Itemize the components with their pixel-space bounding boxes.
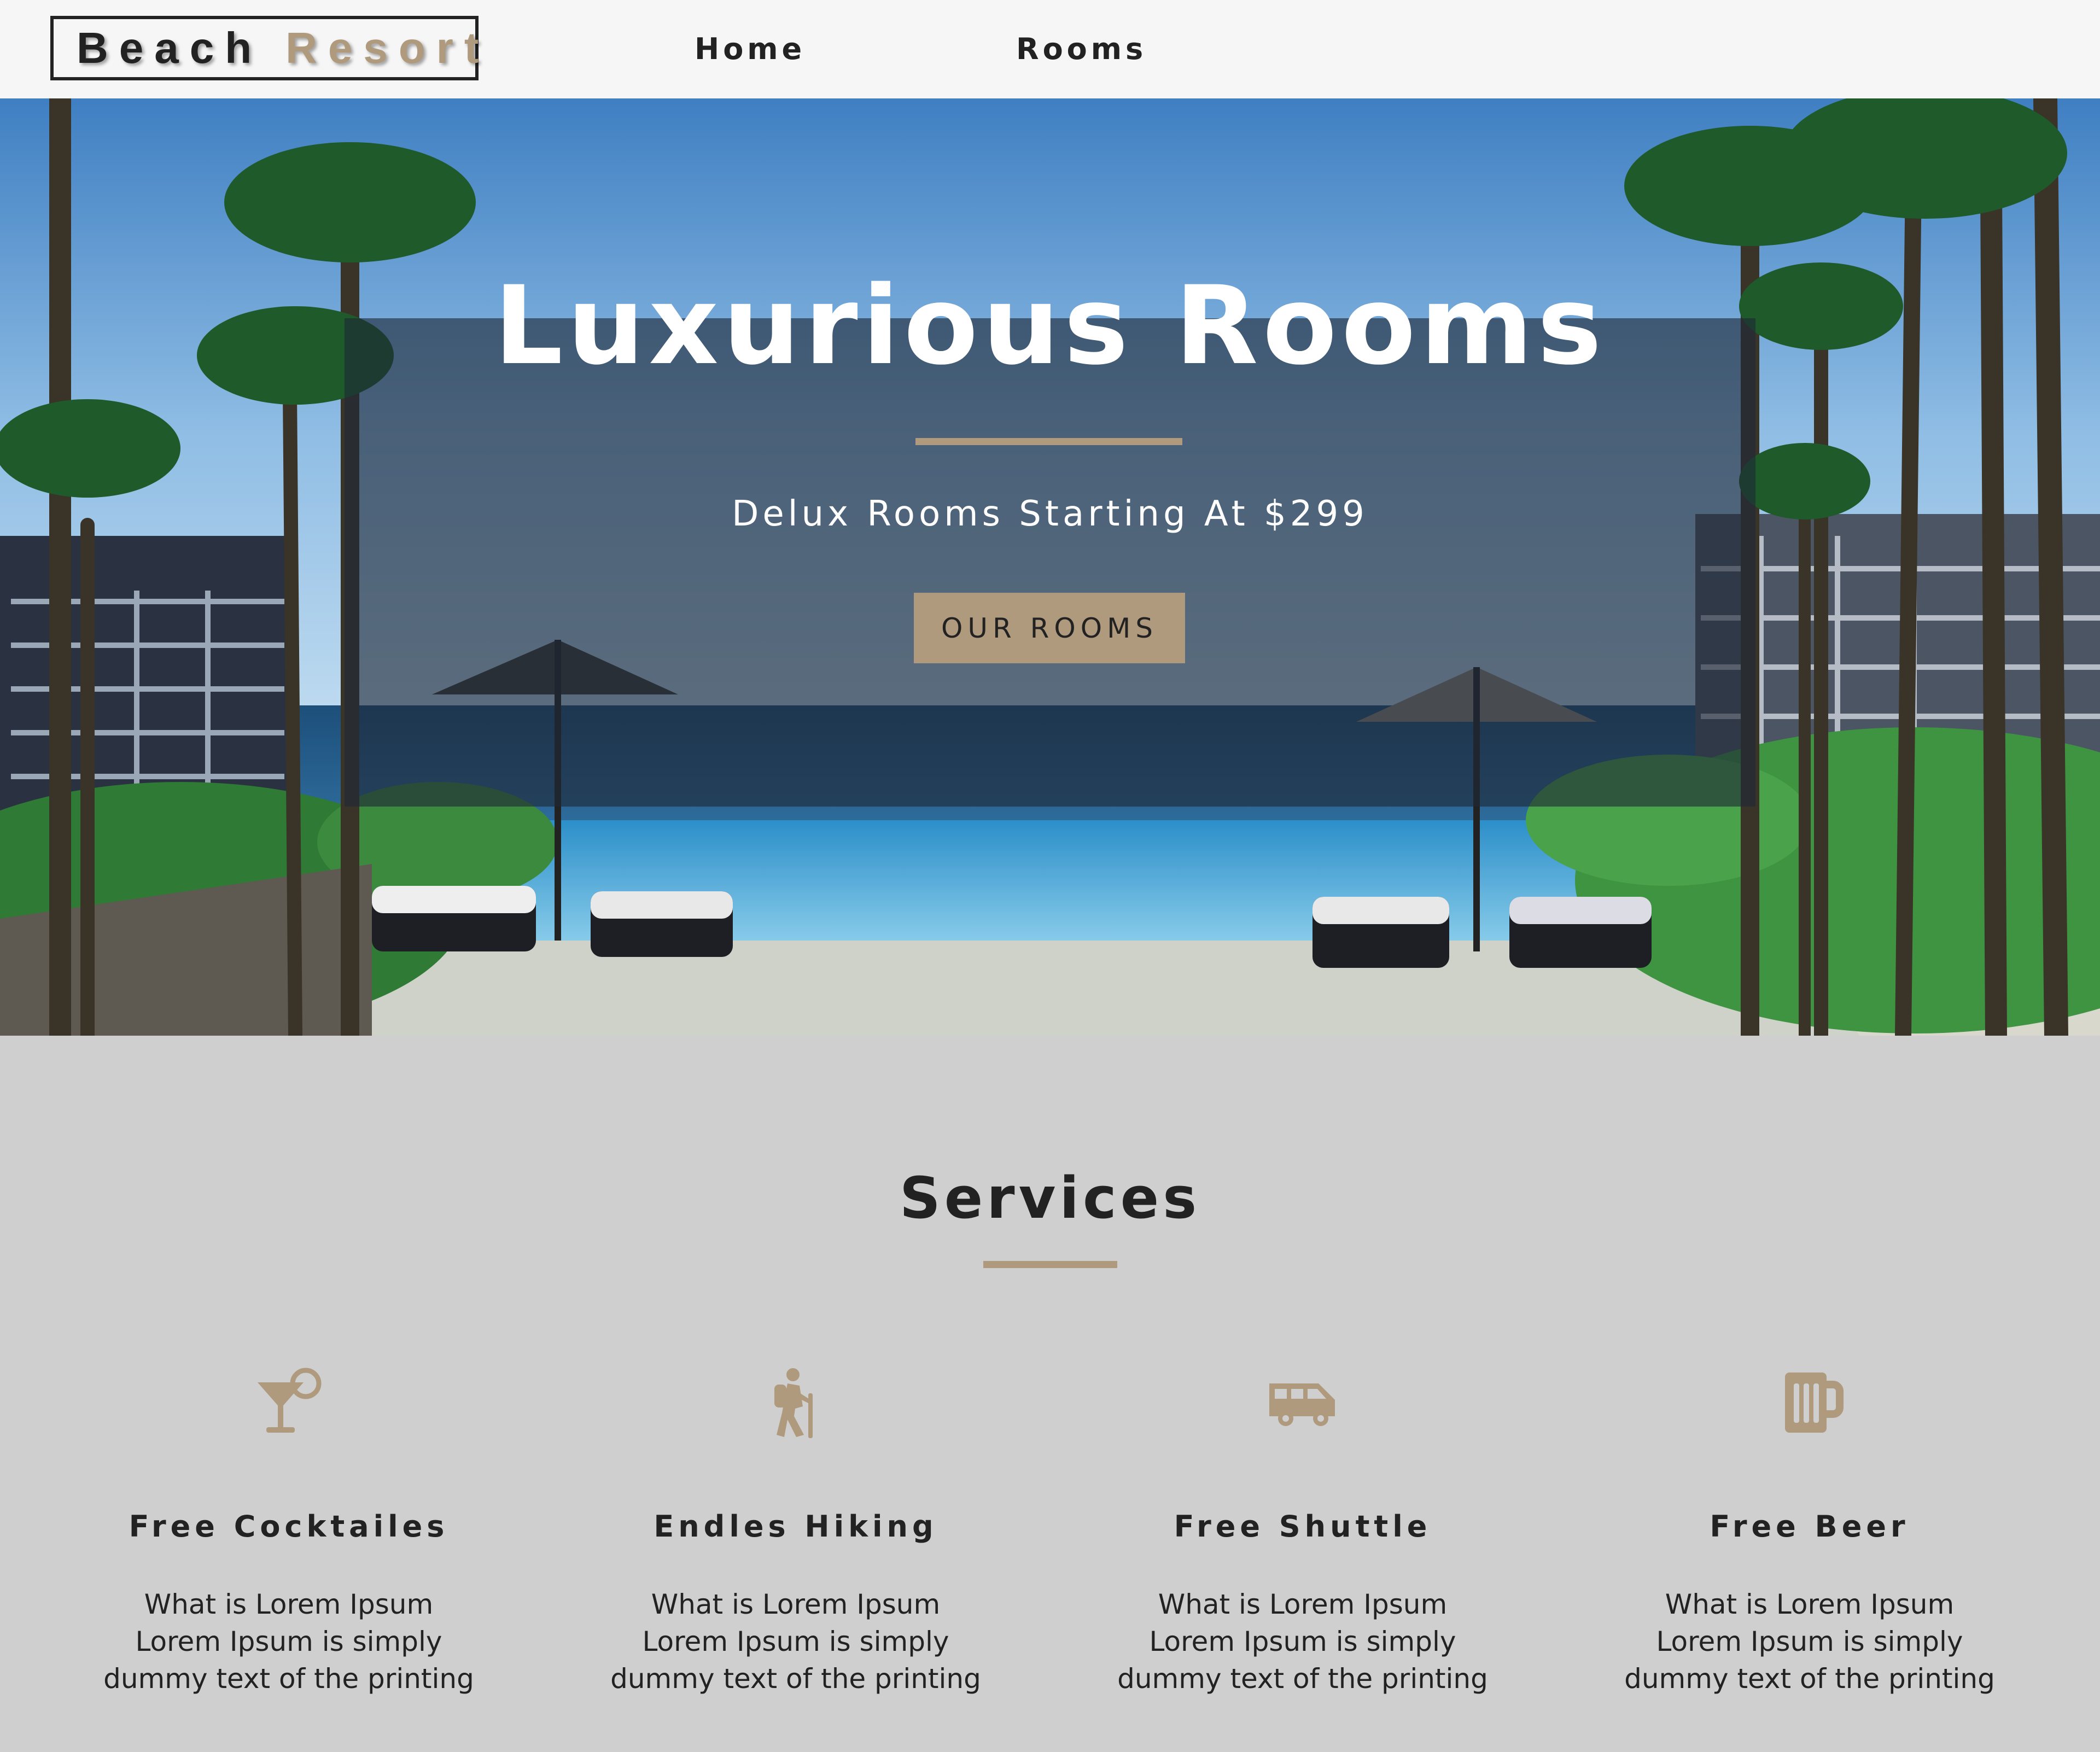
services-title-underline [983,1261,1117,1268]
hero-title-underline [915,438,1182,445]
service-card-hiking: Endles Hiking What is Lorem Ipsum Lorem … [577,1367,1014,1695]
service-description: What is Lorem Ipsum Lorem Ipsum is simpl… [103,1589,474,1695]
service-card-shuttle: Free Shuttle What is Lorem Ipsum Lorem I… [1084,1367,1521,1695]
service-card-cocktails: Free Cocktailes What is Lorem Ipsum Lore… [70,1367,508,1695]
service-title: Endles Hiking [654,1509,938,1544]
logo-word-resort: Resort [285,24,490,72]
service-title: Free Cocktailes [129,1509,449,1544]
hero-section [0,98,2100,1036]
our-rooms-button[interactable]: OUR ROOMS [914,593,1185,663]
service-title: Free Beer [1710,1509,1910,1544]
hiking-icon [774,1368,813,1438]
service-card-beer: Free Beer What is Lorem Ipsum Lorem Ipsu… [1591,1367,2028,1695]
beer-icon [1785,1373,1844,1433]
nav-link-home[interactable]: Home [695,32,806,66]
service-description: What is Lorem Ipsum Lorem Ipsum is simpl… [1117,1589,1488,1695]
service-description: What is Lorem Ipsum Lorem Ipsum is simpl… [1624,1589,1995,1695]
hero-subtitle: Delux Rooms Starting At $299 [732,494,1368,534]
service-description: What is Lorem Ipsum Lorem Ipsum is simpl… [610,1589,981,1695]
shuttle-icon [1269,1383,1335,1426]
navbar: Beach Resort Home Rooms [0,0,2100,98]
hero-banner-overlay [345,318,1755,807]
hero-title: Luxurious Rooms [494,262,1606,389]
nav-link-rooms[interactable]: Rooms [1016,32,1147,66]
cocktail-icon [258,1368,322,1433]
site-logo[interactable]: Beach Resort [50,16,479,80]
service-title: Free Shuttle [1174,1509,1432,1544]
logo-word-beach: Beach [77,24,263,72]
services-title: Services [899,1165,1201,1231]
